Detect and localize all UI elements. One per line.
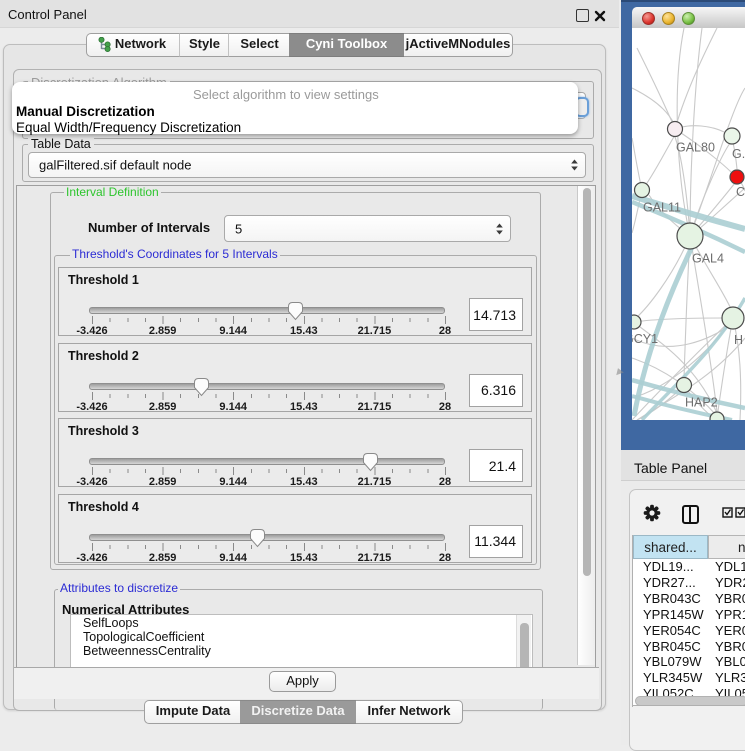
svg-text:C: C	[736, 185, 745, 199]
svg-text:H: H	[734, 333, 743, 347]
svg-text:GCY1: GCY1	[632, 332, 658, 346]
svg-text:GAL4: GAL4	[692, 252, 724, 266]
svg-text:HAP2: HAP2	[685, 396, 718, 410]
svg-text:GAL11: GAL11	[643, 201, 681, 215]
svg-text:GAL80: GAL80	[676, 141, 715, 155]
svg-text:G.: G.	[732, 147, 745, 161]
